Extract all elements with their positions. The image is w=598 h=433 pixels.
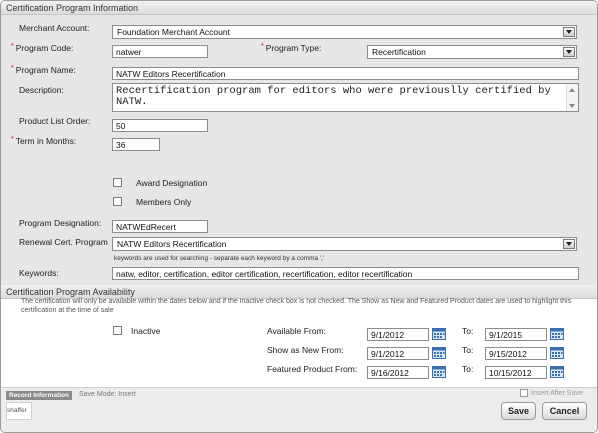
award-designation-label: Award Designation: [136, 178, 208, 188]
save-mode-text: Save Mode: Insert: [79, 391, 136, 398]
available-from-input[interactable]: 9/1/2012: [367, 328, 429, 341]
program-designation-label: Program Designation:: [19, 218, 102, 228]
description-textarea[interactable]: Recertification program for editors who …: [112, 83, 579, 112]
program-code-label: * Program Code:: [11, 43, 74, 53]
keywords-label: Keywords:: [19, 268, 59, 278]
required-asterisk: *: [11, 136, 14, 143]
program-name-input[interactable]: NATW Editors Recertification: [112, 67, 579, 80]
section-title: Certification Program Information: [6, 3, 139, 13]
required-asterisk: *: [11, 43, 14, 50]
calendar-icon[interactable]: [432, 327, 446, 340]
description-value: Recertification program for editors who …: [116, 85, 551, 108]
show-as-new-from-input[interactable]: 9/1/2012: [367, 347, 429, 360]
calendar-icon[interactable]: [550, 346, 564, 359]
keywords-hint: keywords are used for searching - separa…: [114, 255, 325, 262]
featured-product-from-label: Featured Product From:: [267, 364, 358, 374]
section-header-program-info: Certification Program Information: [1, 1, 597, 15]
record-user: shaffer: [6, 402, 32, 420]
save-button[interactable]: Save: [501, 402, 536, 420]
calendar-icon[interactable]: [432, 346, 446, 359]
merchant-account-value: Foundation Merchant Account: [117, 27, 230, 37]
availability-notice: The certification will only be available…: [21, 298, 572, 314]
inactive-label: Inactive: [131, 326, 161, 336]
program-type-label: * Program Type:: [261, 43, 322, 53]
description-scrollbar[interactable]: [566, 84, 578, 111]
merchant-account-select[interactable]: Foundation Merchant Account: [112, 25, 577, 39]
program-code-input[interactable]: natwer: [112, 45, 208, 58]
available-to-input[interactable]: 9/1/2015: [485, 328, 547, 341]
calendar-icon[interactable]: [550, 327, 564, 340]
show-as-new-from-label: Show as New From:: [267, 345, 344, 355]
available-from-label: Available From:: [267, 326, 326, 336]
insert-after-save-label: Insert After Save: [531, 390, 583, 397]
merchant-account-label: Merchant Account:: [19, 23, 90, 33]
featured-product-from-input[interactable]: 9/16/2012: [367, 366, 429, 379]
program-name-label: * Program Name:: [11, 65, 76, 75]
term-in-months-input[interactable]: 36: [112, 138, 160, 151]
show-as-new-to-input[interactable]: 9/15/2012: [485, 347, 547, 360]
program-designation-input[interactable]: NATWEdRecert: [112, 220, 208, 233]
required-asterisk: *: [261, 43, 264, 50]
term-in-months-label: * Term in Months:: [11, 136, 77, 146]
featured-product-to-label: To:: [462, 364, 474, 374]
calendar-icon[interactable]: [550, 365, 564, 378]
members-only-label: Members Only: [136, 197, 192, 207]
available-to-label: To:: [462, 326, 474, 336]
renewal-cert-program-select[interactable]: NATW Editors Recertification: [112, 237, 577, 251]
required-asterisk: *: [11, 65, 14, 72]
calendar-icon[interactable]: [432, 365, 446, 378]
product-list-order-input[interactable]: 50: [112, 119, 208, 132]
members-only-checkbox[interactable]: [113, 197, 122, 206]
renewal-cert-program-value: NATW Editors Recertification: [117, 239, 227, 249]
product-list-order-label: Product List Order:: [19, 116, 91, 126]
award-designation-checkbox[interactable]: [113, 178, 122, 187]
show-as-new-to-label: To:: [462, 345, 474, 355]
scroll-down-icon: [569, 104, 575, 108]
description-label: Description:: [19, 85, 64, 95]
chevron-down-icon[interactable]: [563, 239, 575, 249]
program-type-value: Recertification: [372, 47, 426, 57]
featured-product-to-input[interactable]: 10/15/2012: [485, 366, 547, 379]
chevron-down-icon[interactable]: [563, 47, 575, 57]
record-information-tab[interactable]: Record Information: [6, 391, 72, 400]
program-type-select[interactable]: Recertification: [367, 45, 577, 59]
scroll-up-icon: [569, 88, 575, 92]
renewal-cert-program-label: Renewal Cert. Program: [19, 237, 108, 247]
availability-title: Certification Program Availability: [6, 287, 135, 297]
insert-after-save-checkbox[interactable]: [520, 389, 528, 397]
certification-program-form: Certification Program Information Mercha…: [0, 0, 598, 433]
cancel-button[interactable]: Cancel: [542, 402, 587, 420]
inactive-checkbox[interactable]: [113, 326, 122, 335]
keywords-input[interactable]: natw, editor, certification, editor cert…: [112, 267, 579, 280]
chevron-down-icon[interactable]: [563, 27, 575, 37]
